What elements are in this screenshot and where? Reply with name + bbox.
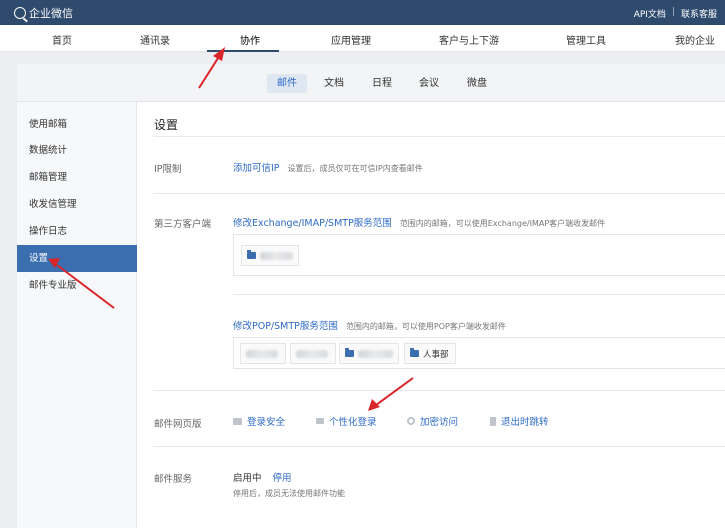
annotation-arrow-custom-login (375, 377, 414, 406)
annotation-arrow-settings (56, 264, 115, 309)
annotation-arrowhead (368, 399, 380, 411)
annotation-arrows (48, 47, 414, 411)
annotation-arrow-nav (198, 54, 221, 89)
annotation-arrowhead (213, 47, 225, 61)
